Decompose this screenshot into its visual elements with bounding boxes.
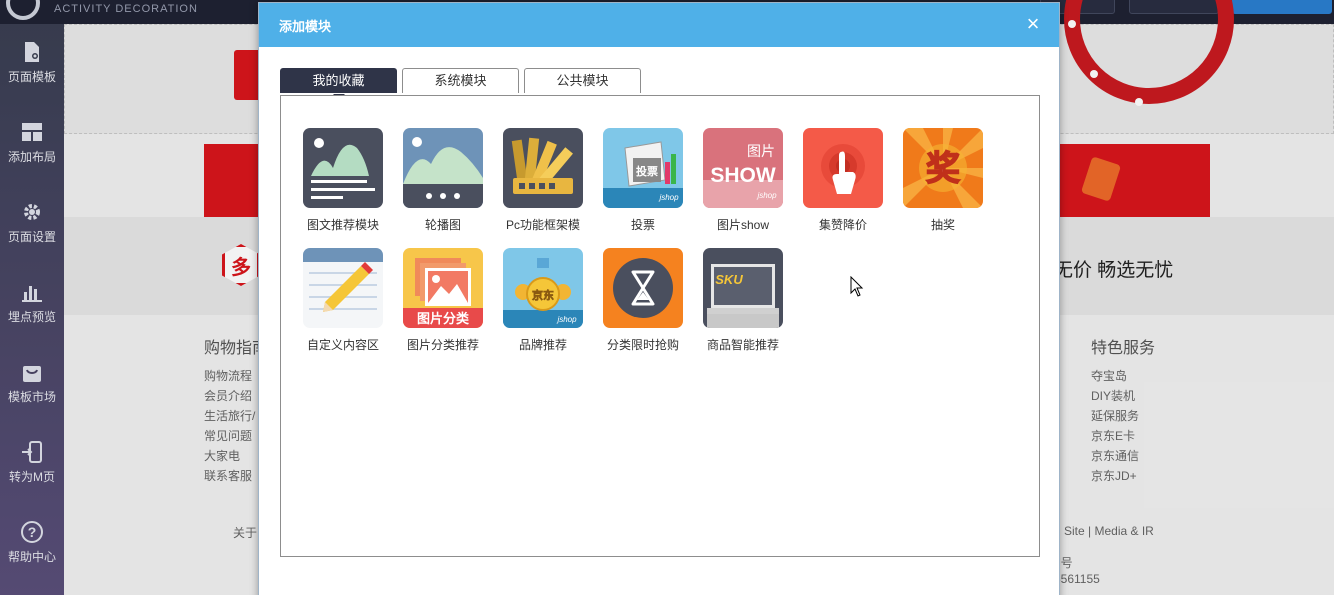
- dialog-title: 添加模块: [279, 19, 332, 34]
- module-label: 投票: [630, 218, 655, 232]
- module-label: 轮播图: [424, 218, 461, 232]
- module-image-show[interactable]: 图片 SHOW jshop 图片show: [693, 128, 793, 233]
- custom-content-icon: [303, 248, 383, 328]
- module-smart-sku[interactable]: SKU 商品智能推荐: [693, 248, 793, 353]
- like-discount-icon: [803, 128, 883, 208]
- mouse-cursor-icon: [850, 276, 864, 297]
- thumb-badge: 京东: [532, 288, 554, 302]
- module-lottery[interactable]: 奖 抽奖: [893, 128, 993, 233]
- tab-label: 我的收藏: [312, 73, 365, 88]
- thumb-big-text: SHOW: [710, 164, 776, 187]
- module-label: 品牌推荐: [518, 338, 567, 352]
- module-image-category[interactable]: 图片分类 图片分类推荐: [393, 248, 493, 353]
- module-pc-framework[interactable]: Pc功能框架模: [493, 128, 593, 233]
- module-label: 自定义内容区: [306, 338, 379, 352]
- thumb-tag: jshop: [556, 315, 577, 324]
- image-category-icon: 图片分类: [403, 248, 483, 328]
- thumb-tag: jshop: [756, 191, 777, 200]
- image-show-icon: 图片 SHOW jshop: [703, 128, 783, 208]
- module-label: 图片分类推荐: [406, 338, 479, 352]
- module-grid: 图文推荐模块 轮播图 Pc功能框架模 投票 jshop 投票 图片 SHOW jsho…: [280, 95, 1040, 557]
- lottery-icon: 奖: [903, 128, 983, 208]
- tab-label: 公共模块: [556, 73, 609, 88]
- module-label: 分类限时抢购: [606, 338, 679, 352]
- module-label: 图文推荐模块: [306, 218, 379, 232]
- thumb-badge: 奖: [926, 149, 960, 189]
- image-text-recommend-icon: [303, 128, 383, 208]
- module-custom-content[interactable]: 自定义内容区: [293, 248, 393, 353]
- module-label: 抽奖: [930, 218, 955, 232]
- thumb-tag: jshop: [658, 193, 679, 202]
- pc-framework-icon: [503, 128, 583, 208]
- module-image-text-recommend[interactable]: 图文推荐模块: [293, 128, 393, 233]
- thumb-badge: SKU: [715, 272, 743, 287]
- module-vote[interactable]: 投票 jshop 投票: [593, 128, 693, 233]
- sku-recommend-icon: SKU: [703, 248, 783, 328]
- carousel-icon: [403, 128, 483, 208]
- thumb-badge: 投票: [636, 164, 658, 178]
- module-label: 集赞降价: [818, 218, 867, 232]
- module-brand-recommend[interactable]: 京东 jshop 品牌推荐: [493, 248, 593, 353]
- vote-icon: 投票 jshop: [603, 128, 683, 208]
- thumb-badge: 图片分类: [417, 311, 470, 327]
- module-carousel[interactable]: 轮播图: [393, 128, 493, 233]
- module-like-discount[interactable]: 集赞降价: [793, 128, 893, 233]
- tab-my-favorites[interactable]: 我的收藏: [280, 68, 397, 100]
- close-icon[interactable]: ×: [1023, 13, 1043, 35]
- brand-recommend-icon: 京东 jshop: [503, 248, 583, 328]
- module-label: 图片show: [716, 218, 769, 232]
- thumb-badge: 图片: [747, 144, 775, 160]
- add-module-dialog: 添加模块 × 我的收藏 系统模块 公共模块 图文推荐模块 轮播图 Pc功能框架模…: [258, 2, 1060, 595]
- tab-system-modules[interactable]: 系统模块: [402, 68, 519, 93]
- tab-label: 系统模块: [434, 73, 487, 88]
- dialog-header: 添加模块 ×: [259, 3, 1059, 47]
- module-flash-sale[interactable]: 分类限时抢购: [593, 248, 693, 353]
- hourglass-icon: [603, 248, 683, 328]
- module-label: 商品智能推荐: [706, 338, 779, 352]
- tab-public-modules[interactable]: 公共模块: [524, 68, 641, 93]
- module-label: Pc功能框架模: [505, 218, 580, 232]
